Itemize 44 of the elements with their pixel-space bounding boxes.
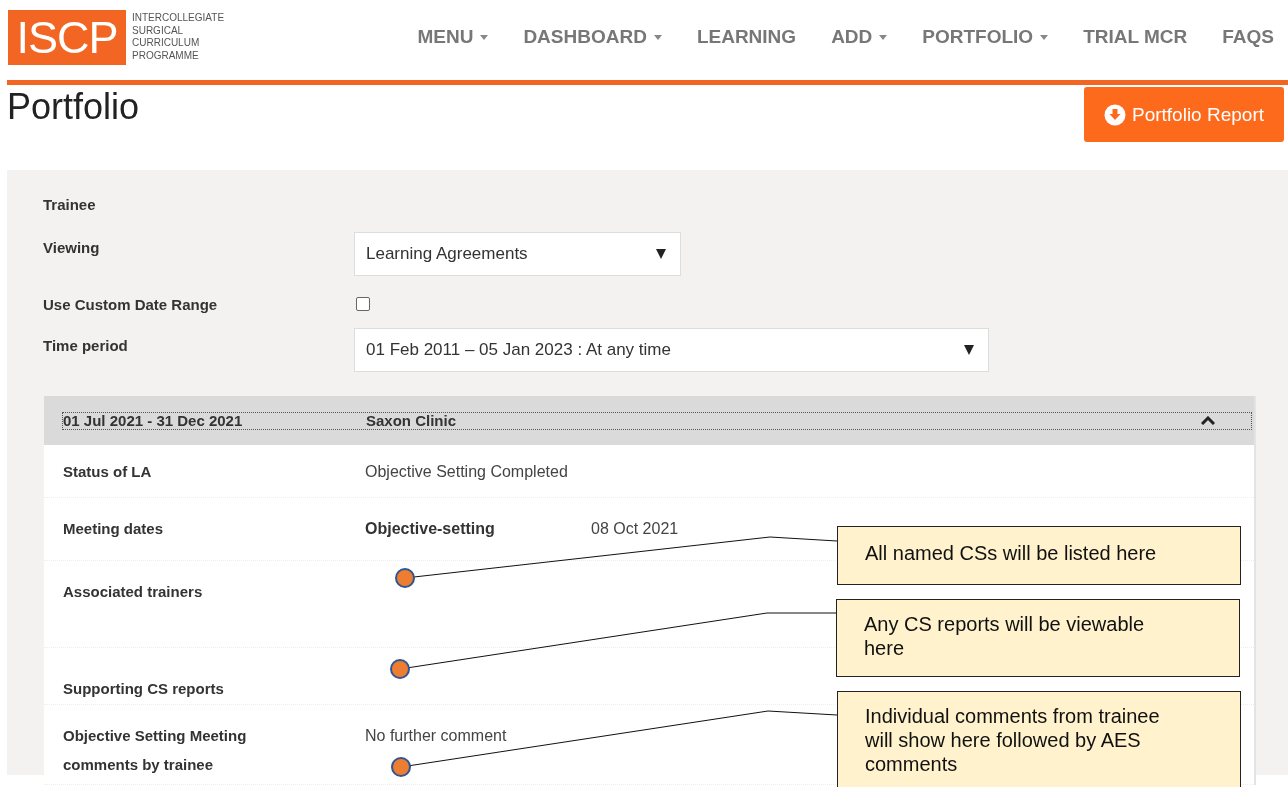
nav-link[interactable]: DASHBOARD — [488, 26, 662, 48]
nav-link[interactable]: ADD — [796, 26, 888, 48]
dropdown-arrow-icon — [964, 345, 974, 355]
location: Saxon Clinic — [366, 412, 458, 429]
field-label: Use Custom Date Range — [43, 295, 219, 313]
caret-icon — [653, 34, 662, 40]
row-label: Objective Setting Meeting comments by trainee — [63, 726, 248, 775]
meeting-date: 08 Oct 2021 — [591, 519, 679, 539]
select-field[interactable]: Learning Agreements — [354, 232, 681, 276]
nav-link[interactable]: PORTFOLIO — [887, 26, 1049, 48]
row-value: No further comment — [365, 726, 507, 746]
field-label: Viewing — [43, 238, 101, 256]
download-icon — [1104, 103, 1126, 126]
callout-note: Individual comments from trainee will show here followed by AES comments — [837, 691, 1241, 787]
nav-link[interactable]: LEARNING — [661, 26, 797, 48]
logo-mark: ISCP — [8, 9, 126, 65]
field-label: Time period — [43, 336, 129, 354]
chevron-up-icon — [1201, 416, 1215, 425]
logo-text: PROGRAMME — [132, 49, 200, 62]
nav-link[interactable]: TRIAL MCR — [1048, 26, 1188, 48]
row-label: Supporting CS reports — [63, 679, 225, 699]
select-field[interactable]: 01 Feb 2011 – 05 Jan 2023 : At any time — [354, 328, 989, 372]
callout-note: All named CSs will be listed here — [837, 526, 1241, 585]
nav-link[interactable]: FAQS — [1187, 26, 1274, 48]
row-label: Status of LA — [63, 462, 153, 482]
field-label: Trainee — [43, 196, 97, 213]
accordion-header[interactable]: 01 Jul 2021 - 31 Dec 2021 Saxon Clinic — [44, 396, 1254, 445]
page-title: Portfolio — [7, 85, 140, 129]
dropdown-arrow-icon — [656, 249, 666, 259]
caret-icon — [480, 34, 489, 40]
date-range: 01 Jul 2021 - 31 Dec 2021 — [63, 412, 244, 429]
logo-text: INTERCOLLEGIATE — [132, 12, 225, 25]
caret-icon — [1040, 34, 1049, 40]
logo-text: CURRICULUM — [132, 37, 201, 50]
caret-icon — [879, 34, 888, 40]
checkbox[interactable] — [356, 297, 370, 311]
logo-text: SURGICAL — [132, 24, 185, 37]
callout-note: Any CS reports will be viewable here — [836, 599, 1240, 677]
meeting-type: Objective-setting — [365, 519, 496, 539]
row-value: Objective Setting Completed — [365, 462, 568, 482]
nav-link[interactable]: MENU — [382, 26, 489, 48]
row-label: Meeting dates — [63, 519, 165, 539]
portfolio-report-button[interactable]: Portfolio Report — [1084, 87, 1284, 142]
row-label: Associated trainers — [63, 582, 204, 602]
